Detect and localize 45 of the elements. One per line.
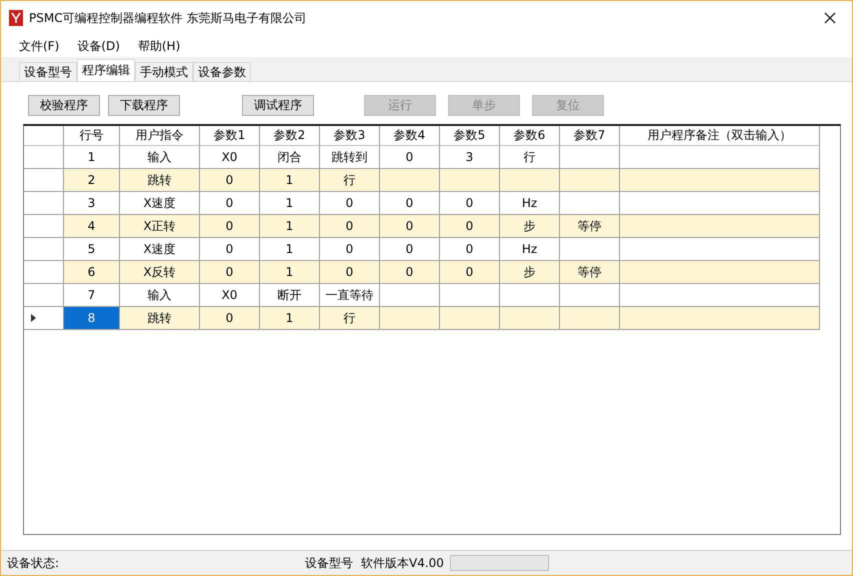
table-cell: 8 (64, 307, 120, 330)
corner-cell[interactable] (24, 126, 64, 146)
table-cell (560, 307, 620, 330)
row-header[interactable] (24, 238, 64, 261)
row-header[interactable] (24, 192, 64, 215)
row-header[interactable] (24, 169, 64, 192)
column-header[interactable]: 行号 (64, 126, 120, 146)
row-header[interactable] (24, 261, 64, 284)
menu-item[interactable]: 设备(D) (69, 36, 128, 56)
app-logo-icon (9, 10, 23, 26)
menu-item[interactable]: 帮助(H) (130, 36, 188, 56)
close-icon[interactable] (824, 12, 836, 24)
table-cell (500, 307, 560, 330)
column-header[interactable]: 用户指令 (120, 126, 200, 146)
table-cell (440, 307, 500, 330)
table-cell: 1 (260, 307, 320, 330)
table-cell: 行 (320, 307, 380, 330)
column-header[interactable]: 参数6 (500, 126, 560, 146)
tab[interactable]: 设备参数 (193, 62, 251, 81)
table-cell: 0 (200, 307, 260, 330)
column-header[interactable]: 参数5 (440, 126, 500, 146)
column-header[interactable]: 参数1 (200, 126, 260, 146)
row-header[interactable] (24, 215, 64, 238)
column-header[interactable]: 参数4 (380, 126, 440, 146)
row-header[interactable] (24, 307, 64, 330)
software-version-label: 软件版本V4.00 (361, 554, 444, 572)
row-header[interactable] (24, 284, 64, 307)
tab[interactable]: 设备型号 (19, 62, 77, 81)
column-header[interactable]: 参数3 (320, 126, 380, 146)
row-header[interactable] (24, 146, 64, 169)
column-header[interactable]: 用户程序备注（双击输入） (620, 126, 820, 146)
toolbar-button[interactable]: 调试程序 (242, 95, 314, 116)
device-model-label: 设备型号 (305, 554, 353, 572)
menu-item[interactable]: 文件(F) (11, 36, 68, 56)
status-label: 设备状态: (7, 554, 60, 572)
column-header[interactable]: 参数7 (560, 126, 620, 146)
window-title: PSMC可编程控制器编程软件 东莞斯马电子有限公司 (29, 10, 308, 26)
table-cell (380, 307, 440, 330)
table-cell: 跳转 (120, 307, 200, 330)
tab[interactable]: 手动模式 (135, 62, 193, 81)
tab[interactable]: 程序编辑 (77, 59, 135, 81)
column-header[interactable]: 参数2 (260, 126, 320, 146)
current-row-icon (31, 314, 36, 322)
toolbar-button[interactable]: 下载程序 (108, 95, 180, 116)
toolbar-button[interactable]: 校验程序 (28, 95, 100, 116)
